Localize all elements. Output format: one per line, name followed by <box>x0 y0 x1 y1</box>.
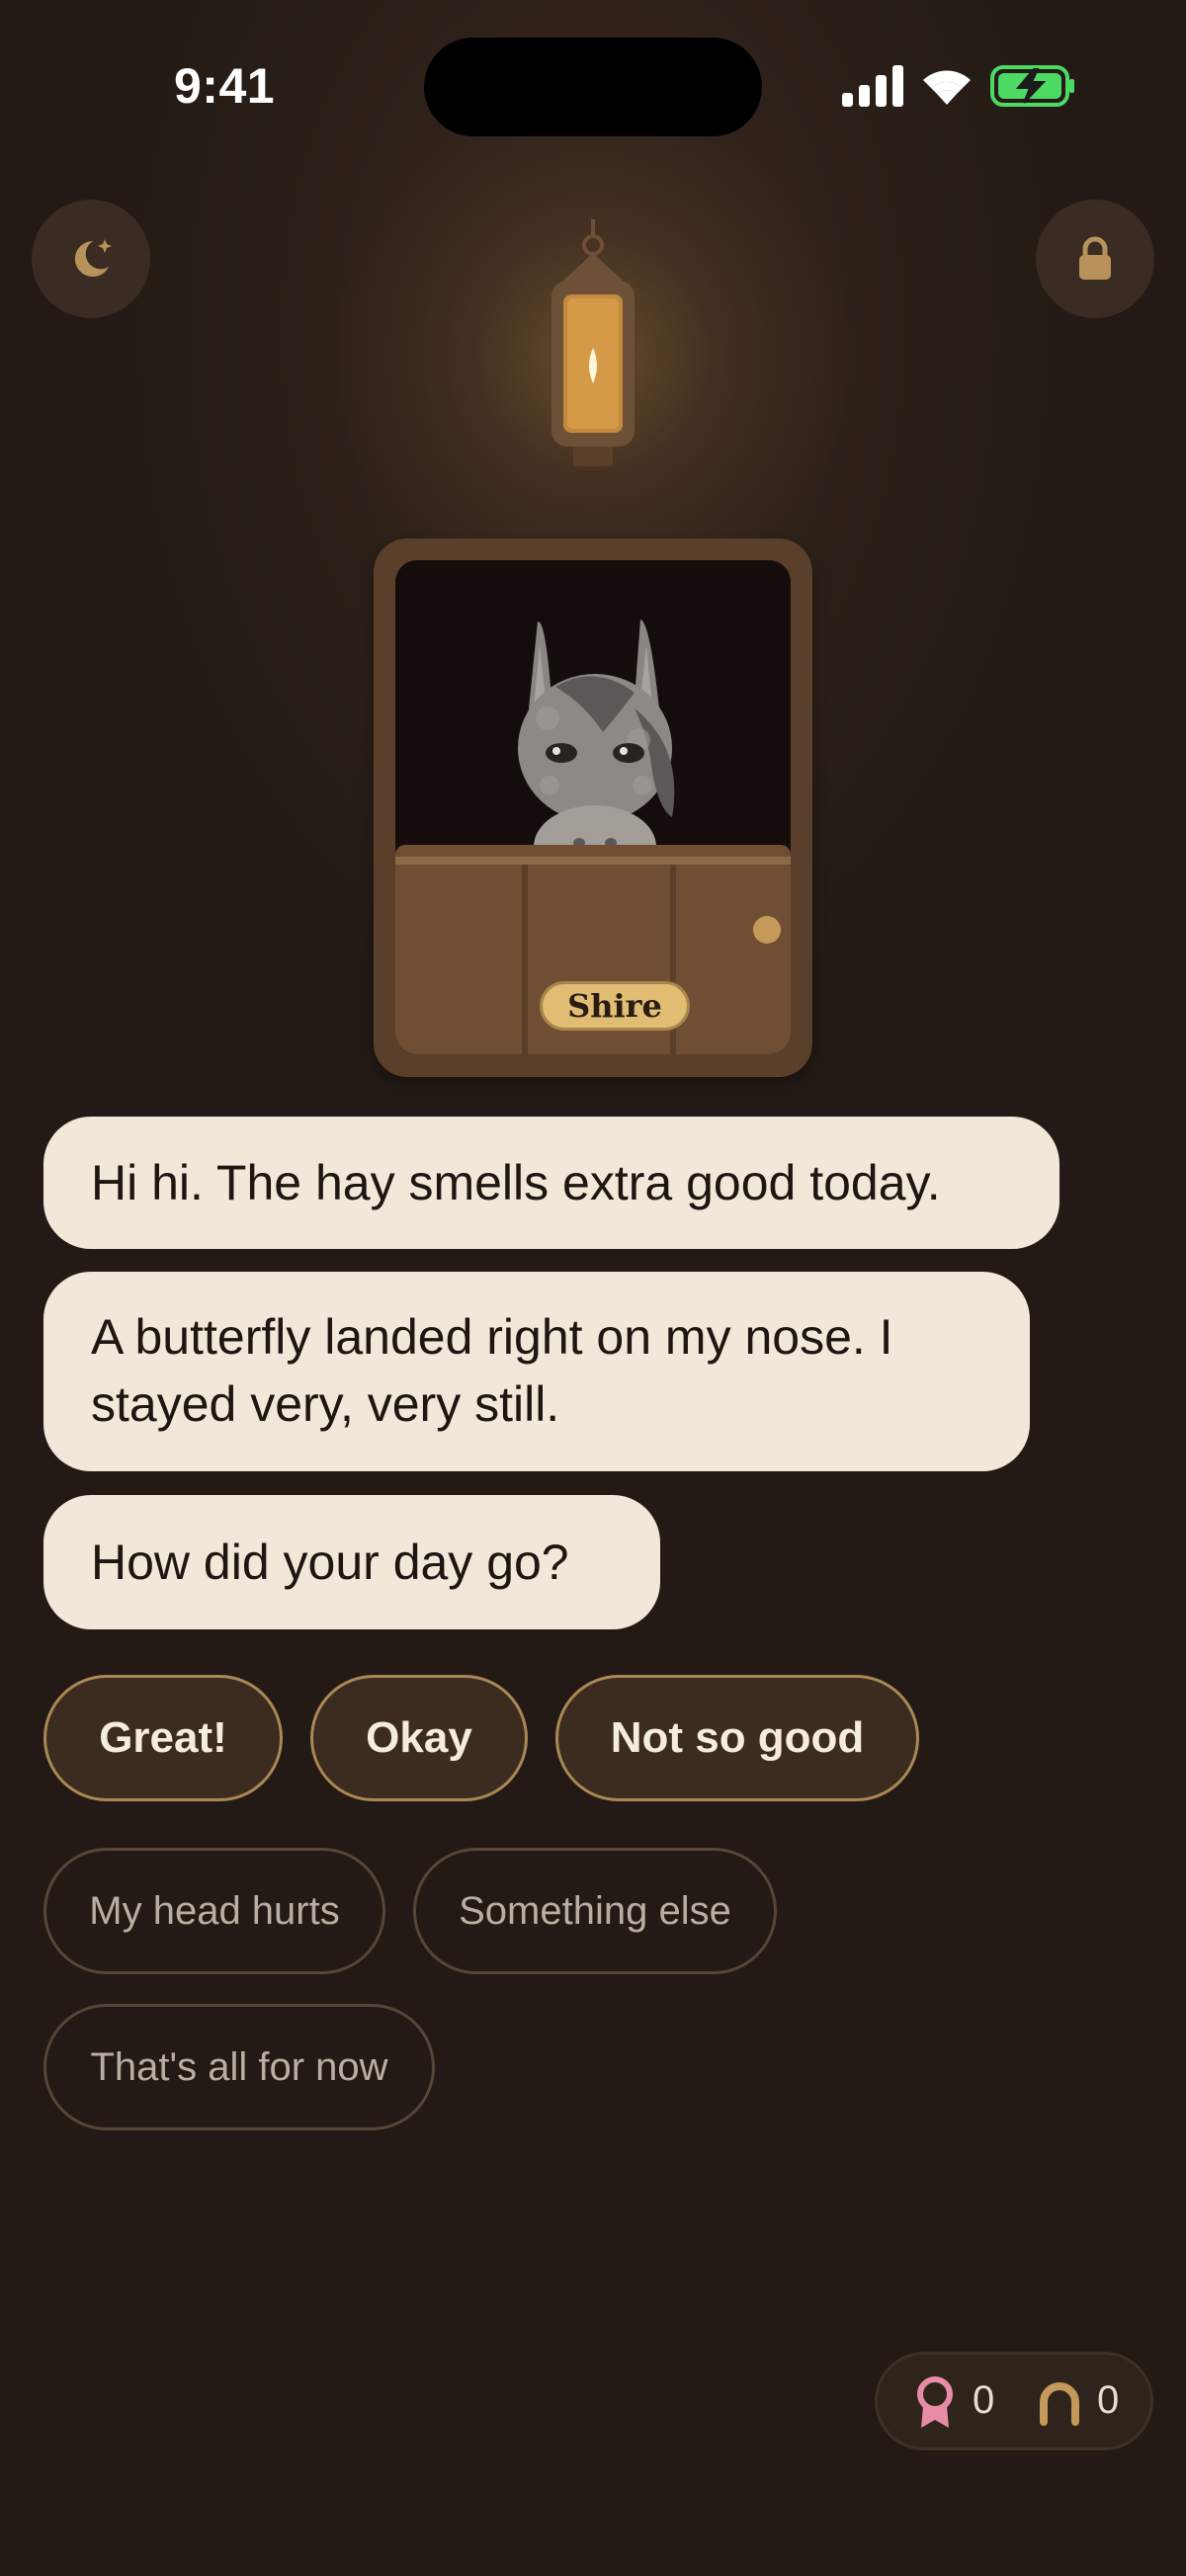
horse-avatar[interactable] <box>486 610 704 857</box>
rewards-counter[interactable]: 0 0 <box>875 2352 1153 2451</box>
reply-all-for-now-button[interactable]: That's all for now <box>43 2004 435 2130</box>
reply-head-hurts-button[interactable]: My head hurts <box>43 1848 385 1974</box>
door-rail <box>395 857 791 865</box>
wifi-icon <box>923 70 971 105</box>
lock-icon <box>1079 236 1111 280</box>
status-time: 9:41 <box>174 58 276 114</box>
reply-not-so-good-button[interactable]: Not so good <box>555 1675 919 1801</box>
lantern-icon <box>551 219 635 466</box>
reply-great-button[interactable]: Great! <box>43 1675 283 1801</box>
dynamic-island <box>424 38 762 136</box>
stall-door: Shire <box>395 845 791 1054</box>
reply-something-else-button[interactable]: Something else <box>413 1848 777 1974</box>
stall-window: Shire <box>395 560 791 1054</box>
reply-okay-button[interactable]: Okay <box>310 1675 528 1801</box>
lock-button[interactable] <box>1036 200 1154 318</box>
ribbon-icon <box>917 2376 953 2428</box>
ribbon-count: 0 <box>973 2378 995 2422</box>
door-knob <box>753 916 781 944</box>
night-mode-button[interactable] <box>32 200 150 318</box>
moon-stars-icon <box>74 239 112 277</box>
horse-name-plate: Shire <box>540 981 690 1031</box>
cellular-signal-icon <box>842 65 903 107</box>
door-panel-divider <box>522 865 528 1054</box>
status-icons <box>842 65 1074 107</box>
horseshoe-count: 0 <box>1097 2378 1120 2422</box>
battery-charging-icon <box>990 65 1074 107</box>
message-bubble: A butterfly landed right on my nose. I s… <box>43 1272 1030 1471</box>
message-bubble: How did your day go? <box>43 1495 660 1629</box>
message-bubble: Hi hi. The hay smells extra good today. <box>43 1117 1059 1249</box>
horseshoe-icon <box>1040 2382 1079 2426</box>
horse-stall: Shire <box>374 539 812 1077</box>
